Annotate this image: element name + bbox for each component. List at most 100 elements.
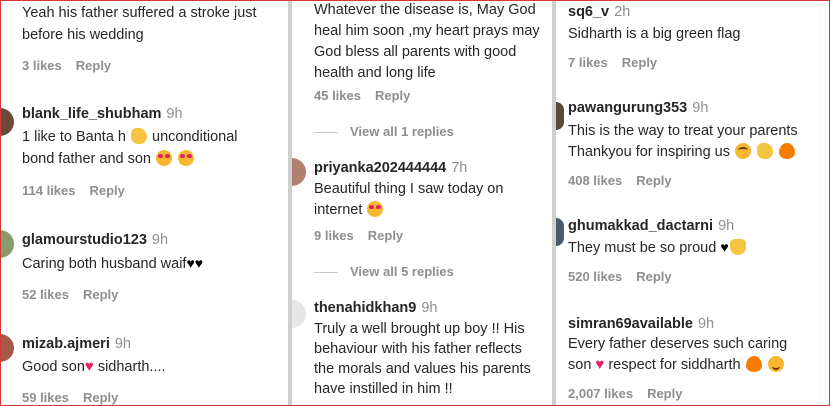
- smiling-face-with-heart-eyes-icon: [367, 201, 384, 217]
- comment-meta: 2,007 likes Reply: [568, 386, 682, 401]
- divider: [314, 272, 338, 274]
- avatar[interactable]: [556, 102, 564, 130]
- comment-meta: 9 likes Reply: [314, 228, 403, 243]
- comment-meta: 45 likes Reply: [314, 88, 410, 103]
- likes-count[interactable]: 9 likes: [314, 228, 354, 243]
- comment-username[interactable]: ghumakkad_dactarni 9h: [568, 218, 734, 234]
- view-replies-label: View all 5 replies: [350, 264, 454, 279]
- likes-count[interactable]: 7 likes: [568, 55, 608, 70]
- smiling-face-with-heart-eyes-icon: [156, 150, 173, 166]
- comment-text-line: Good son♥ sidharth....: [22, 356, 166, 378]
- view-replies-button[interactable]: View all 1 replies: [314, 124, 454, 139]
- likes-count[interactable]: 2,007 likes: [568, 386, 633, 401]
- comment-text-segment: respect for siddharth: [604, 357, 745, 373]
- smiling-face-with-heart-eyes-icon: [178, 150, 195, 166]
- divider: [314, 132, 338, 134]
- comment-time: 9h: [421, 300, 438, 316]
- likes-count[interactable]: 520 likes: [568, 269, 622, 284]
- raising-hands-icon: [729, 239, 746, 255]
- view-replies-button[interactable]: View all 5 replies: [314, 264, 454, 279]
- comment-text-line: have instilled in him !!: [314, 381, 453, 397]
- flushed-face-icon: [735, 143, 752, 159]
- black-heart-icon: ♥♥: [186, 255, 204, 271]
- comment-text-line: internet: [314, 199, 384, 221]
- comment-meta: 3 likes Reply: [22, 58, 111, 73]
- avatar[interactable]: [0, 230, 14, 258]
- comment-username[interactable]: priyanka202444444 7h: [314, 160, 467, 176]
- comment-text-segment: internet: [314, 202, 367, 218]
- reply-button[interactable]: Reply: [368, 228, 403, 243]
- reply-button[interactable]: Reply: [636, 269, 671, 284]
- comment-time: 9h: [114, 336, 131, 352]
- likes-count[interactable]: 45 likes: [314, 88, 361, 103]
- comment-username[interactable]: pawangurung353 9h: [568, 100, 708, 116]
- comment-username[interactable]: thenahidkhan9 9h: [314, 300, 437, 316]
- comment-text-line: Thankyou for inspiring us: [568, 141, 796, 163]
- reply-button[interactable]: Reply: [76, 58, 111, 73]
- comment-text-line: the morals and values his parents: [314, 361, 531, 377]
- smiling-face-icon: [767, 356, 784, 372]
- comment-username[interactable]: sq6_v 2h: [568, 4, 630, 20]
- likes-count[interactable]: 3 likes: [22, 58, 62, 73]
- avatar[interactable]: [0, 108, 14, 136]
- username[interactable]: sq6_v: [568, 4, 609, 20]
- username[interactable]: priyanka202444444: [314, 160, 446, 176]
- fire-icon: [779, 143, 796, 159]
- comment-text-line: before his wedding: [22, 27, 144, 43]
- username[interactable]: glamourstudio123: [22, 232, 147, 248]
- red-heart-icon: ♥: [84, 358, 94, 375]
- avatar[interactable]: [292, 158, 306, 186]
- comment-text-segment: bond father and son: [22, 151, 156, 167]
- comment-text-segment: Caring both husband waif: [22, 256, 187, 272]
- comment-text-segment: sidharth....: [93, 359, 166, 375]
- comment-meta: 520 likes Reply: [568, 269, 672, 284]
- reply-button[interactable]: Reply: [636, 173, 671, 188]
- likes-count[interactable]: 114 likes: [22, 183, 76, 198]
- comment-meta: 114 likes Reply: [22, 183, 125, 198]
- reply-button[interactable]: Reply: [622, 55, 657, 70]
- comment-username[interactable]: blank_life_shubham 9h: [22, 106, 183, 122]
- avatar[interactable]: [292, 300, 306, 328]
- reply-button[interactable]: Reply: [83, 287, 118, 302]
- comment-text-line: bond father and son: [22, 148, 195, 170]
- comment-text-line: This is the way to treat your parents: [568, 123, 798, 139]
- comment-text-segment: 1 like to Banta h: [22, 129, 131, 145]
- comment-text-line: Sidharth is a big green flag: [568, 26, 741, 42]
- username[interactable]: mizab.ajmeri: [22, 336, 110, 352]
- comment-text-line: Caring both husband waif♥♥: [22, 252, 203, 275]
- comment-text-line: son ♥ respect for siddharth: [568, 354, 785, 376]
- username[interactable]: pawangurung353: [568, 100, 687, 116]
- comment-text-segment: They must be so proud: [568, 240, 721, 256]
- comment-column-3: sq6_v 2h Sidharth is a big green flag 7 l…: [556, 0, 830, 406]
- comment-text-line: health and long life: [314, 65, 436, 81]
- comment-text-line: Whatever the disease is, May God: [314, 2, 536, 18]
- comment-text-segment: son: [568, 357, 592, 373]
- comment-username[interactable]: mizab.ajmeri 9h: [22, 336, 131, 352]
- username[interactable]: blank_life_shubham: [22, 106, 161, 122]
- comment-time: 9h: [718, 218, 735, 234]
- reply-button[interactable]: Reply: [647, 386, 682, 401]
- likes-count[interactable]: 59 likes: [22, 390, 69, 405]
- reply-button[interactable]: Reply: [83, 390, 118, 405]
- comment-text-line: behaviour with his father reflects: [314, 341, 522, 357]
- comment-username[interactable]: glamourstudio123 9h: [22, 232, 168, 248]
- comment-time: 9h: [166, 106, 183, 122]
- comment-text-line: They must be so proud ♥: [568, 236, 747, 259]
- avatar[interactable]: [0, 334, 14, 362]
- comment-time: 9h: [151, 232, 169, 248]
- username[interactable]: thenahidkhan9: [314, 300, 416, 316]
- comment-text-line: Every father deserves such caring: [568, 336, 788, 352]
- reply-button[interactable]: Reply: [90, 183, 125, 198]
- reply-button[interactable]: Reply: [375, 88, 410, 103]
- comment-text-line: 1 like to Banta h unconditional: [22, 126, 238, 148]
- comment-username[interactable]: simran69available 9h: [568, 316, 714, 332]
- username[interactable]: simran69available: [568, 316, 693, 332]
- likes-count[interactable]: 408 likes: [568, 173, 622, 188]
- comment-meta: 7 likes Reply: [568, 55, 657, 70]
- likes-count[interactable]: 52 likes: [22, 287, 69, 302]
- username[interactable]: ghumakkad_dactarni: [568, 218, 713, 234]
- comment-text-segment: Good son: [22, 359, 85, 375]
- comment-text-line: heal him soon ,my heart prays may: [314, 23, 540, 39]
- view-replies-label: View all 1 replies: [350, 124, 454, 139]
- avatar[interactable]: [556, 218, 564, 246]
